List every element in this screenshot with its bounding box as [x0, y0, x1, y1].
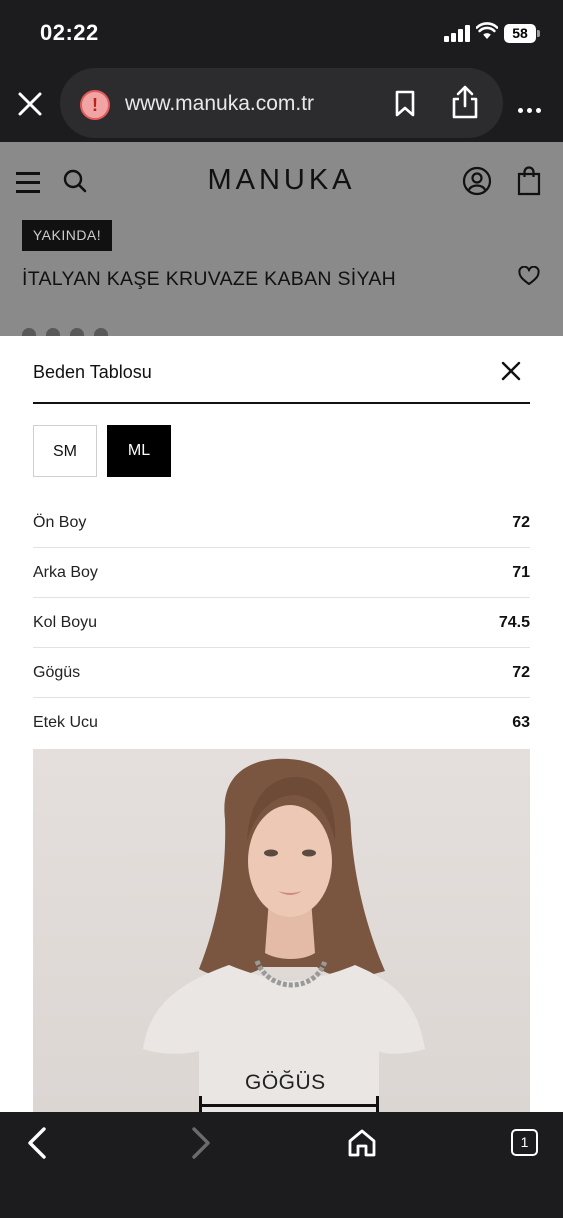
close-tab-icon[interactable] [14, 88, 46, 120]
measurement-value: 74.5 [498, 614, 530, 631]
measurement-value: 72 [512, 514, 530, 531]
measurement-row: Arka Boy 71 [33, 548, 530, 598]
model-photo: GÖĞÜS [33, 749, 530, 1112]
url-text[interactable]: www.manuka.com.tr [125, 92, 314, 116]
forward-icon[interactable] [186, 1126, 216, 1160]
measurement-label: Ön Boy [33, 514, 87, 531]
battery-icon: 58 [504, 24, 536, 43]
signal-icon [444, 24, 470, 42]
modal-divider [33, 402, 530, 404]
size-option-sm[interactable]: SM [33, 425, 97, 477]
measurement-label: Kol Boyu [33, 614, 98, 631]
coming-soon-badge: YAKINDA! [22, 220, 112, 251]
wifi-icon [476, 22, 498, 39]
chest-label: GÖĞÜS [245, 1071, 326, 1094]
back-icon[interactable] [24, 1126, 54, 1160]
product-title: İTALYAN KAŞE KRUVAZE KABAN SİYAH [22, 268, 397, 290]
bookmark-icon[interactable] [394, 90, 416, 118]
more-icon[interactable] [518, 100, 545, 118]
address-bar[interactable]: ! www.manuka.com.tr [60, 68, 503, 138]
chest-measure-line [199, 1096, 379, 1112]
warning-icon[interactable]: ! [80, 90, 110, 120]
measurement-value: 63 [512, 714, 530, 731]
modal-title: Beden Tablosu [33, 362, 152, 382]
measurement-label: Etek Ucu [33, 714, 98, 731]
measurement-row: Etek Ucu 63 [33, 698, 530, 748]
browser-toolbar: 1 [0, 1112, 563, 1218]
account-icon[interactable] [462, 166, 492, 196]
share-icon[interactable] [450, 84, 480, 120]
close-icon[interactable] [500, 360, 522, 382]
size-table-modal: Beden Tablosu SM ML Ön Boy 72 Arka Boy 7… [0, 336, 563, 1112]
bag-icon[interactable] [516, 166, 542, 196]
status-bar: 02:22 58 [0, 0, 563, 66]
heart-icon[interactable] [518, 266, 540, 286]
measurement-row: Kol Boyu 74.5 [33, 598, 530, 648]
measurement-value: 71 [512, 564, 530, 581]
measurement-row: Ön Boy 72 [33, 498, 530, 548]
status-time: 02:22 [40, 20, 99, 45]
model-illustration [143, 758, 425, 1112]
page-background: MANUKA YAKINDA! İTALYAN KAŞE KRUVAZE KAB… [0, 142, 563, 336]
measurement-row: Gögüs 72 [33, 648, 530, 698]
battery-tip [537, 30, 540, 37]
tabs-icon[interactable]: 1 [511, 1129, 538, 1156]
measurement-label: Gögüs [33, 664, 81, 681]
measurement-label: Arka Boy [33, 564, 98, 581]
measurement-value: 72 [512, 664, 530, 681]
home-icon[interactable] [346, 1128, 378, 1158]
size-option-ml[interactable]: ML [107, 425, 171, 477]
browser-bar: ! www.manuka.com.tr [0, 66, 563, 142]
rating-stars [22, 328, 302, 336]
